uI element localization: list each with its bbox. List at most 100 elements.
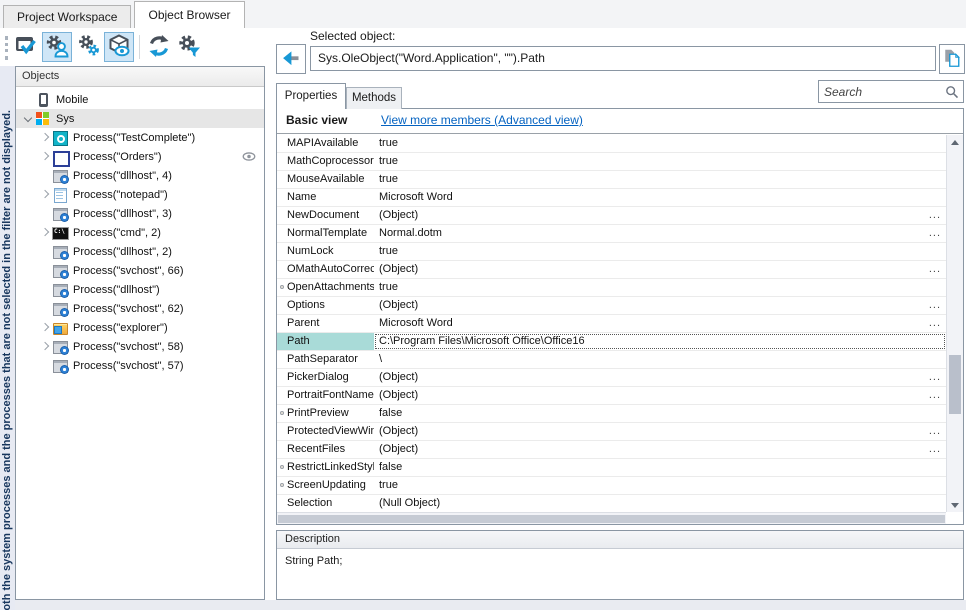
highlight-object-button[interactable] [12,32,42,62]
show-object-button[interactable] [104,32,134,62]
property-value[interactable]: true [374,135,946,152]
property-value[interactable]: Normal.dotm [374,225,946,242]
property-value[interactable]: false [374,405,946,422]
chevron-icon[interactable] [37,282,52,297]
property-value[interactable]: true [374,243,946,260]
property-row[interactable]: Name Microsoft Word [277,189,946,207]
advanced-view-link[interactable]: View more members (Advanced view) [381,113,583,127]
property-value[interactable]: true [374,477,946,494]
property-value[interactable]: true [374,171,946,188]
ellipsis-button[interactable] [929,369,941,386]
property-row[interactable]: RestrictLinkedStyles false [277,459,946,477]
property-row[interactable]: Parent Microsoft Word [277,315,946,333]
property-row[interactable]: ProtectedViewWindows (Object) [277,423,946,441]
chevron-icon[interactable] [20,92,35,107]
property-value[interactable]: false [374,459,946,476]
vertical-scrollbar[interactable] [946,135,963,512]
search-input[interactable] [824,82,942,101]
ellipsis-button[interactable] [929,225,941,242]
ellipsis-button[interactable] [929,423,941,440]
property-row[interactable]: RecentFiles (Object) [277,441,946,459]
property-value[interactable]: (Object) [374,297,946,314]
property-row[interactable]: MAPIAvailable true [277,135,946,153]
property-row[interactable]: MouseAvailable true [277,171,946,189]
chevron-icon[interactable] [37,130,52,145]
property-value[interactable]: (Null Object) [374,495,946,512]
property-value[interactable]: (Object) [374,369,946,386]
tree-item[interactable]: Process("notepad") [16,185,264,204]
tree-item[interactable]: Mobile [16,90,264,109]
tree-item[interactable]: Process("dllhost") [16,280,264,299]
selected-object-value[interactable]: Sys.OleObject("Word.Application", "").Pa… [310,46,936,71]
chevron-icon[interactable] [37,244,52,259]
chevron-icon[interactable] [37,301,52,316]
tree-item[interactable]: Process("svchost", 62) [16,299,264,318]
tree-item[interactable]: Process("dllhost", 4) [16,166,264,185]
settings-button[interactable] [74,32,104,62]
chevron-icon[interactable] [37,168,52,183]
property-row[interactable]: NormalTemplate Normal.dotm [277,225,946,243]
tab-project-workspace[interactable]: Project Workspace [3,5,131,28]
filter-button[interactable] [174,32,204,62]
property-value[interactable]: Microsoft Word [374,189,946,206]
property-value[interactable]: \ [374,351,946,368]
chevron-icon[interactable] [37,225,52,240]
property-value[interactable]: Microsoft Word [374,315,946,332]
property-value[interactable]: (Object) [374,387,946,404]
horizontal-scrollbar[interactable] [277,512,946,524]
tree-item[interactable]: Process("svchost", 58) [16,337,264,356]
toolbar-grip[interactable] [5,36,8,60]
ellipsis-button[interactable] [929,261,941,278]
chevron-icon[interactable] [37,149,52,164]
horizontal-scrollbar-thumb[interactable] [278,515,945,523]
tab-object-browser[interactable]: Object Browser [134,1,244,28]
property-value[interactable]: C:\Program Files\Microsoft Office\Office… [374,333,946,350]
chevron-icon[interactable] [37,206,52,221]
scroll-up-arrow[interactable] [947,135,963,149]
property-row[interactable]: PortraitFontNames (Object) [277,387,946,405]
property-value[interactable]: (Object) [374,207,946,224]
property-row[interactable]: MathCoprocessorAvaila true [277,153,946,171]
property-row[interactable]: OpenAttachmentsInFull true [277,279,946,297]
property-value[interactable]: true [374,153,946,170]
tree-item[interactable]: Process("dllhost", 2) [16,242,264,261]
ellipsis-button[interactable] [929,297,941,314]
tree-item[interactable]: Process("Orders") [16,147,264,166]
property-value[interactable]: (Object) [374,441,946,458]
tab-properties[interactable]: Properties [276,83,346,109]
property-value[interactable]: (Object) [374,423,946,440]
copy-button[interactable] [939,44,965,74]
chevron-icon[interactable] [37,263,52,278]
property-row[interactable]: PathSeparator \ [277,351,946,369]
property-value[interactable]: true [374,279,946,296]
chevron-icon[interactable] [20,111,35,126]
tree-item[interactable]: Process("TestComplete") [16,128,264,147]
ellipsis-button[interactable] [929,315,941,332]
tree-item[interactable]: Sys [16,109,264,128]
property-row[interactable]: PrintPreview false [277,405,946,423]
property-row[interactable]: Selection (Null Object) [277,495,946,512]
chevron-icon[interactable] [37,320,52,335]
property-row[interactable]: PickerDialog (Object) [277,369,946,387]
tree-item[interactable]: Process("svchost", 57) [16,356,264,375]
tree-item[interactable]: Process("svchost", 66) [16,261,264,280]
property-row[interactable]: OMathAutoCorrect (Object) [277,261,946,279]
property-row[interactable]: Path C:\Program Files\Microsoft Office\O… [277,333,946,351]
eye-icon[interactable] [242,152,256,164]
chevron-icon[interactable] [37,358,52,373]
scroll-down-arrow[interactable] [947,498,963,512]
chevron-icon[interactable] [37,187,52,202]
chevron-icon[interactable] [37,339,52,354]
property-row[interactable]: Options (Object) [277,297,946,315]
property-row[interactable]: NewDocument (Object) [277,207,946,225]
property-row[interactable]: ScreenUpdating true [277,477,946,495]
tree-item[interactable]: Process("dllhost", 3) [16,204,264,223]
scrollbar-thumb[interactable] [949,355,961,414]
tab-methods[interactable]: Methods [346,87,402,109]
back-button[interactable] [276,44,306,74]
property-row[interactable]: NumLock true [277,243,946,261]
tree-item[interactable]: Process("explorer") [16,318,264,337]
tree-item[interactable]: Process("cmd", 2) [16,223,264,242]
refresh-button[interactable] [144,32,174,62]
property-value[interactable]: (Object) [374,261,946,278]
